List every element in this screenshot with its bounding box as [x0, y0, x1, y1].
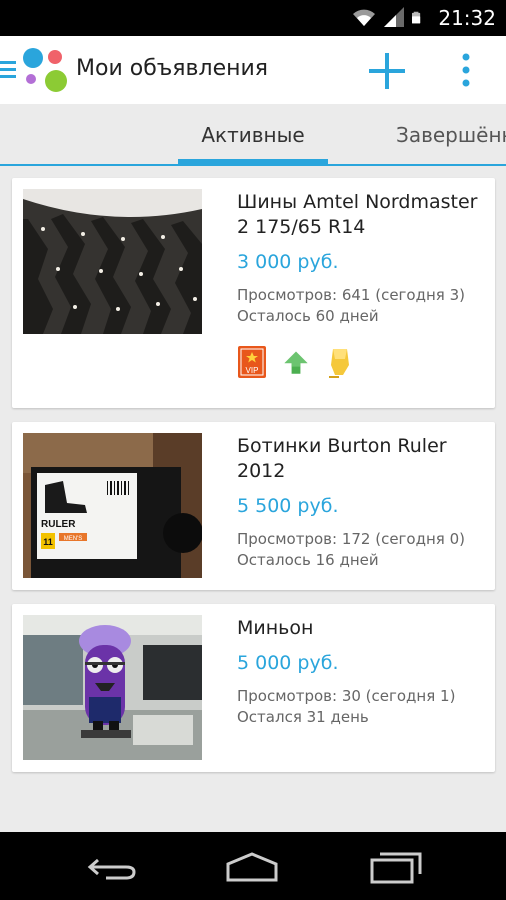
tab-active-label: Активные [201, 123, 305, 147]
system-nav-bar [0, 832, 506, 900]
page-title: Мои объявления [76, 56, 269, 81]
tab-active[interactable]: Активные [178, 104, 328, 164]
listing-title[interactable]: Шины Amtel Nordmaster 2 175/65 R14 [237, 190, 487, 240]
listing-card[interactable]: Шины Amtel Nordmaster 2 175/65 R14 3 000… [12, 178, 495, 408]
listing-thumbnail-tire[interactable] [23, 189, 202, 334]
wifi-icon [353, 9, 375, 26]
vip-label: VIP [246, 366, 259, 375]
home-icon[interactable] [222, 850, 282, 884]
more-vert-icon[interactable] [446, 50, 486, 92]
listing-views: Просмотров: 30 (сегодня 1) [237, 687, 456, 705]
listing-thumbnail-boots[interactable]: RULER 11 MEN'S [23, 433, 202, 578]
listing-remaining: Осталось 16 дней [237, 551, 379, 569]
box-size-text: 11 [43, 537, 53, 547]
up-arrow-icon[interactable] [281, 349, 311, 379]
status-icons [352, 6, 426, 28]
minion-photo [23, 615, 202, 760]
status-bar: 21:32 [0, 0, 506, 36]
listing-title[interactable]: Миньон [237, 616, 487, 641]
listing-remaining: Остался 31 день [237, 708, 369, 726]
tab-completed[interactable]: Завершённые [396, 104, 506, 164]
listing-title[interactable]: Ботинки Burton Ruler 2012 [237, 434, 487, 484]
vip-badge-icon[interactable]: VIP [237, 345, 267, 379]
app-bar: Мои объявления [0, 36, 506, 104]
battery-icon [412, 11, 421, 24]
status-time: 21:32 [438, 6, 496, 30]
tab-completed-label: Завершённые [396, 123, 506, 147]
listing-card[interactable]: Миньон 5 000 руб. Просмотров: 30 (сегодн… [12, 604, 495, 772]
plus-icon[interactable] [366, 50, 408, 92]
listing-info: Миньон 5 000 руб. Просмотров: 30 (сегодн… [237, 616, 487, 728]
listing-badges: VIP [237, 345, 487, 379]
listing-price: 5 500 руб. [237, 495, 339, 517]
signal-icon [384, 7, 404, 27]
recents-icon[interactable] [366, 850, 426, 884]
listing-views: Просмотров: 641 (сегодня 3) [237, 286, 465, 304]
tab-bar: Активные Завершённые [0, 104, 506, 166]
listing-info: Шины Amtel Nordmaster 2 175/65 R14 3 000… [237, 190, 487, 379]
highlighter-icon[interactable] [325, 345, 355, 379]
boot-box-photo: RULER 11 MEN'S [23, 433, 202, 578]
listing-info: Ботинки Burton Ruler 2012 5 500 руб. Про… [237, 434, 487, 571]
tab-indicator [178, 159, 328, 164]
listing-card[interactable]: RULER 11 MEN'S Ботинки Burton Ruler 2012… [12, 422, 495, 590]
box-brand-text: RULER [41, 519, 76, 530]
listing-price: 5 000 руб. [237, 652, 339, 674]
app-logo[interactable] [20, 45, 70, 95]
back-icon[interactable] [84, 850, 144, 884]
listing-views: Просмотров: 172 (сегодня 0) [237, 530, 465, 548]
box-tag-text: MEN'S [64, 536, 82, 542]
listing-remaining: Осталось 60 дней [237, 307, 379, 325]
tire-photo [23, 189, 202, 334]
nav-drawer-icon[interactable] [0, 58, 18, 82]
listing-thumbnail-minion[interactable] [23, 615, 202, 760]
listing-price: 3 000 руб. [237, 251, 339, 273]
